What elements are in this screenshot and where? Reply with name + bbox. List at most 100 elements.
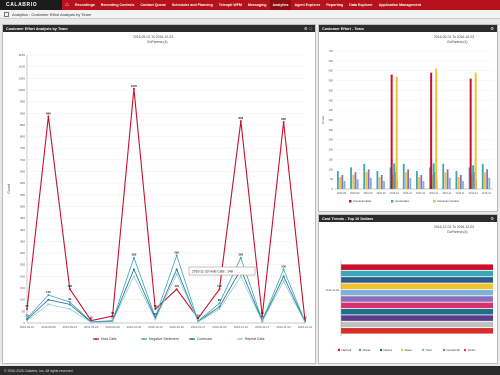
legend-marker (143, 338, 145, 340)
bar (448, 177, 451, 189)
data-label: 886 (46, 112, 51, 116)
nav-item-messaging[interactable]: Messaging (245, 0, 270, 10)
data-point (47, 294, 50, 297)
legend-label: Hartnell (342, 348, 352, 352)
y-tick-label: 950 (20, 100, 25, 104)
x-tick-label: 2016-09 (350, 192, 360, 195)
bar-american-central (395, 76, 398, 189)
bar (416, 171, 418, 189)
y-tick-label: 450 (20, 216, 25, 220)
data-point (68, 308, 71, 311)
bar (369, 177, 372, 189)
y-tick-label: 650 (329, 59, 334, 63)
home-icon[interactable]: ⌂ (62, 0, 72, 10)
nav-item-recording-controls[interactable]: Recording Controls (98, 0, 138, 10)
expand-icon[interactable]: □ (310, 26, 312, 31)
nav-item-analytics[interactable]: Analytics (269, 0, 292, 10)
bar (418, 177, 420, 189)
data-point (261, 320, 264, 323)
bar (409, 177, 412, 189)
legend-marker (191, 338, 193, 340)
nav-item-teleopti-wfm[interactable]: Teleopti WFM (216, 0, 245, 10)
settings-icon[interactable]: ⚙ (304, 26, 308, 31)
legend-marker (442, 348, 446, 352)
bar (352, 174, 355, 189)
main-nav: Recordings Recording Controls Contact Queu… (72, 0, 424, 10)
bar (455, 171, 458, 189)
y-tick-label: 700 (329, 49, 334, 53)
y-tick-label: 600 (20, 181, 25, 185)
data-label: 60 (154, 304, 158, 308)
data-point (68, 301, 71, 304)
y-tick-label: 300 (329, 128, 334, 132)
y-tick-label: 2016-12-03 (326, 288, 340, 292)
line-chart: 0501001502002503003504004505005506006507… (7, 53, 313, 341)
y-tick-label: 650 (20, 170, 25, 174)
settings-icon[interactable]: ⚙ (490, 216, 494, 221)
settings-icon[interactable]: ⚙ (490, 26, 494, 31)
legend-label: Trent (426, 348, 433, 352)
breadcrumb-bar: Analytics : Customer Effort Analysis by … (0, 10, 500, 19)
x-tick-label: 2016-10-13 (148, 325, 163, 329)
data-point (154, 318, 157, 321)
data-point (239, 120, 242, 123)
bar (407, 169, 410, 189)
legend-marker (358, 348, 362, 352)
data-point (68, 303, 71, 306)
x-tick-label: 2016-10-27 (191, 325, 206, 329)
x-tick-label: 2016-11-10 (234, 325, 249, 329)
data-label: 862 (281, 117, 286, 121)
y-tick-label: 250 (329, 138, 334, 142)
nav-item-reporting[interactable]: Reporting (323, 0, 346, 10)
data-label: 30 (261, 311, 265, 315)
bar (337, 171, 339, 189)
legend-label: Confusion (197, 337, 212, 341)
date-range: 2016-09-01 To 2016-10-03 (133, 35, 174, 39)
y-axis-label: Count (321, 116, 325, 124)
data-label: 280 (132, 253, 137, 257)
data-point (282, 268, 285, 271)
hbar (341, 289, 493, 296)
footer: © 2006-2025 Calabrio, Inc. All rights re… (0, 366, 500, 375)
y-tick-label: 350 (20, 239, 25, 243)
hbar (341, 315, 493, 321)
tooltip-text: 2016-11-23 Hold Calls : 148 (192, 270, 233, 274)
data-point (282, 121, 285, 124)
bar-american-east (430, 72, 433, 189)
y-tick-label: 250 (20, 263, 25, 267)
bar (420, 175, 423, 189)
data-label: 230 (281, 264, 286, 268)
data-point (175, 273, 178, 276)
hbar (341, 296, 493, 302)
date-range: 2016-09-01 To 2016-10-03 (434, 35, 475, 39)
top-navigation-bar: CALABRIO ⌂ Recordings Recording Controls C… (0, 0, 500, 10)
nav-item-data-explorer[interactable]: Data Explorer (346, 0, 375, 10)
x-tick-label: 2016-11 (456, 192, 466, 195)
bar-american-central (435, 68, 438, 189)
nav-item-recordings[interactable]: Recordings (72, 0, 98, 10)
data-label: 1005 (131, 84, 138, 88)
x-tick-label: 2016-09 (337, 192, 347, 195)
nav-item-scheduler-and-planning[interactable]: Scheduler and Planning (169, 0, 216, 10)
panel-title: Cost Trends - Top 10 Dollars (322, 216, 374, 221)
x-tick-label: 2016-10-20 (170, 325, 185, 329)
x-tick-label: 2016-09-08 (41, 325, 56, 329)
data-point (218, 302, 221, 305)
bar (444, 172, 447, 189)
data-label: 280 (239, 253, 244, 257)
bar-amsterdam (393, 163, 396, 189)
legend-label: Vasco (405, 348, 413, 352)
x-tick-label: 2016-11-24 (277, 325, 292, 329)
legend-marker (421, 348, 425, 352)
y-tick-label: 300 (20, 251, 25, 255)
x-tick-label: 2016-09 (363, 192, 373, 195)
panel-header: Cost Trends - Top 10 Dollars ⚙ (319, 215, 497, 222)
nav-item-application-management[interactable]: Application Management (376, 0, 425, 10)
bar (481, 163, 484, 189)
nav-item-agent-explorer[interactable]: Agent Explorer (291, 0, 323, 10)
y-tick-label: 200 (329, 148, 334, 152)
bar (343, 181, 346, 189)
data-point (132, 275, 135, 278)
data-point (90, 321, 93, 324)
nav-item-contact-queue[interactable]: Contact Queue (137, 0, 169, 10)
